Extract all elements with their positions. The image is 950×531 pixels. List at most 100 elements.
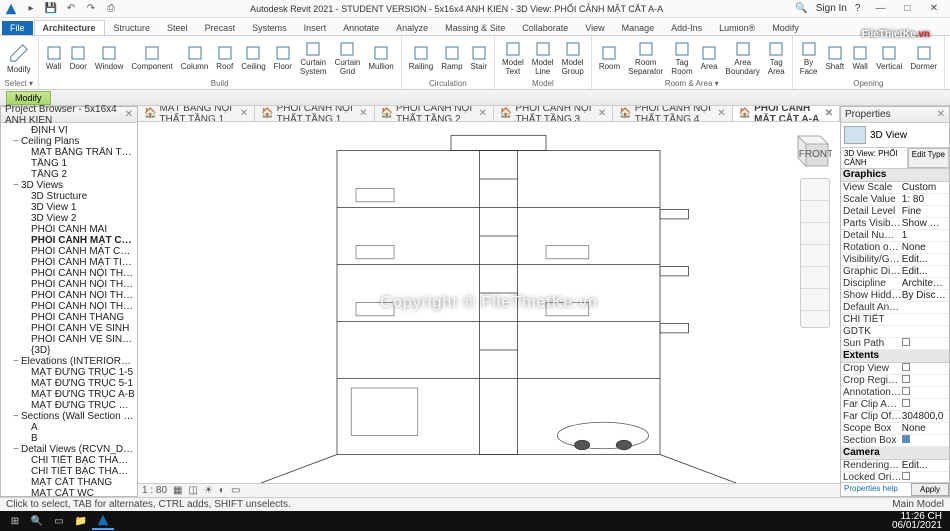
props-row[interactable]: Scope BoxNone xyxy=(841,423,949,435)
scale-display[interactable]: 1 : 80 xyxy=(142,485,167,496)
tree-item[interactable]: PHỐI CẢNH NỘI THẤT TẦNG 2 xyxy=(3,279,135,290)
view-tab[interactable]: 🏠PHỐI CẢNH NỘI THẤT TẦNG 1✕ xyxy=(255,106,374,122)
select-dropdown[interactable]: Select ▾ xyxy=(4,79,34,89)
explorer-icon[interactable]: 📁 xyxy=(70,512,92,530)
qat-redo-icon[interactable]: ↷ xyxy=(84,2,98,16)
apply-button[interactable]: Apply xyxy=(911,483,949,496)
close-icon[interactable]: ✕ xyxy=(825,108,833,119)
props-row[interactable]: Annotation Cr... xyxy=(841,387,949,399)
tree-item[interactable]: PHỐI CẢNH MÁI xyxy=(3,224,135,235)
detail-level-icon[interactable]: ▦ xyxy=(173,485,182,496)
tree-item[interactable]: MẶT ĐỨNG TRỤC A-B xyxy=(3,389,135,400)
ribbon-tag-area-button[interactable]: Tag Area xyxy=(765,40,788,77)
ribbon-area-boundary-button[interactable]: Area Boundary xyxy=(723,40,763,77)
ribbon-ceiling-button[interactable]: Ceiling xyxy=(238,44,268,72)
close-icon[interactable]: ✕ xyxy=(598,108,606,119)
view-tab[interactable]: 🏠PHỐI CẢNH NỘI THẤT TẦNG 2✕ xyxy=(375,106,494,122)
tree-item[interactable]: −3D Views xyxy=(3,180,135,191)
menu-tab-collaborate[interactable]: Collaborate xyxy=(514,21,576,35)
ribbon-dormer-button[interactable]: Dormer xyxy=(907,44,940,72)
tree-item[interactable]: MẶT CẮT THANG xyxy=(3,477,135,488)
menu-tab-architecture[interactable]: Architecture xyxy=(34,20,105,35)
ribbon-floor-button[interactable]: Floor xyxy=(271,44,295,72)
tree-item[interactable]: MẶT ĐỨNG TRỤC 5-1 xyxy=(3,378,135,389)
ribbon-model-group-button[interactable]: Model Group xyxy=(559,40,587,77)
menu-tab-add-ins[interactable]: Add-Ins xyxy=(663,21,710,35)
shadows-icon[interactable]: ◐ xyxy=(219,485,225,496)
tree-item[interactable]: PHỐI CẢNH NỘI THẤT TẦNG 1 xyxy=(3,268,135,279)
tree-item[interactable]: PHỐI CẢNH THANG xyxy=(3,312,135,323)
props-row[interactable]: Detail LevelFine xyxy=(841,206,949,218)
tree-item[interactable]: −Sections (Wall Section CẤP PHÉP) xyxy=(3,411,135,422)
project-browser-tree[interactable]: ĐỊNH VỊ−Ceiling PlansMẶT BẰNG TRẦN TẦNG … xyxy=(1,123,137,496)
props-section-header[interactable]: Graphics xyxy=(841,169,949,182)
crop-icon[interactable]: ▭ xyxy=(231,485,240,496)
tree-item[interactable]: ĐỊNH VỊ xyxy=(3,125,135,136)
tree-item[interactable]: PHỐI CẢNH NỘI THẤT TẦNG 4 xyxy=(3,301,135,312)
tree-item[interactable]: PHỐI CẢNH MẶT TIỀN xyxy=(3,257,135,268)
props-row[interactable]: Graphic Displ...Edit... xyxy=(841,266,949,278)
view-tab[interactable]: 🏠PHỐI CẢNH NỘI THẤT TẦNG 4✕ xyxy=(613,106,732,122)
ribbon-component-button[interactable]: Component xyxy=(128,44,175,72)
props-section-header[interactable]: Extents xyxy=(841,350,949,363)
minimize-button[interactable]: — xyxy=(868,3,892,14)
view-tab[interactable]: 🏠PHỐI CẢNH NỘI THẤT TẦNG 3✕ xyxy=(494,106,613,122)
revit-task-icon[interactable] xyxy=(92,512,114,530)
menu-tab-massing-site[interactable]: Massing & Site xyxy=(437,21,513,35)
ribbon-wall-button[interactable]: Wall xyxy=(849,44,871,72)
ribbon-roof-button[interactable]: Roof xyxy=(213,44,236,72)
tree-item[interactable]: PHỐI CẢNH MẶT CẮT A-A xyxy=(3,235,135,246)
ribbon-vertical-button[interactable]: Vertical xyxy=(873,44,905,72)
ribbon-curtain-grid-button[interactable]: Curtain Grid xyxy=(332,40,364,77)
tree-item[interactable]: {3D} xyxy=(3,345,135,356)
tree-item[interactable]: PHỐI CẢNH MẶT CẮT B-B xyxy=(3,246,135,257)
menu-tab-lumion-[interactable]: Lumion® xyxy=(711,21,763,35)
menu-tab-steel[interactable]: Steel xyxy=(159,21,196,35)
menu-tab-analyze[interactable]: Analyze xyxy=(388,21,436,35)
close-icon[interactable]: ✕ xyxy=(479,108,487,119)
navigation-bar[interactable] xyxy=(800,178,830,328)
view-tab[interactable]: 🏠MẶT BẰNG NỘI THẤT TẦNG 1✕ xyxy=(138,106,255,122)
tree-item[interactable]: −Ceiling Plans xyxy=(3,136,135,147)
ribbon-model-line-button[interactable]: Model Line xyxy=(529,40,557,77)
ribbon-room-button[interactable]: Room xyxy=(596,44,623,72)
props-row[interactable]: Crop Region ... xyxy=(841,375,949,387)
props-row[interactable]: DisciplineArchitectural xyxy=(841,278,949,290)
ribbon-ramp-button[interactable]: Ramp xyxy=(438,44,465,72)
menu-tab-structure[interactable]: Structure xyxy=(106,21,159,35)
search-icon[interactable]: 🔍 xyxy=(795,3,807,14)
tree-item[interactable]: MẶT ĐỨNG TRỤC 1-5 xyxy=(3,367,135,378)
close-button[interactable]: ✕ xyxy=(922,3,946,14)
props-row[interactable]: Locked Orient... xyxy=(841,472,949,482)
visual-style-icon[interactable]: ◫ xyxy=(188,485,197,496)
view-control-bar[interactable]: 1 : 80 ▦ ◫ ☀ ◐ ▭ xyxy=(138,483,840,497)
props-section-header[interactable]: Camera xyxy=(841,447,949,460)
ribbon-railing-button[interactable]: Railing xyxy=(406,44,436,72)
props-row[interactable]: Crop View xyxy=(841,363,949,375)
tree-item[interactable]: TẦNG 2 xyxy=(3,169,135,180)
qat-save-icon[interactable]: 💾 xyxy=(44,2,58,16)
tree-item[interactable]: 3D View 2 xyxy=(3,213,135,224)
tree-item[interactable]: PHỐI CẢNH VỆ SINH xyxy=(3,323,135,334)
ribbon-wall-button[interactable]: Wall xyxy=(43,44,65,72)
ribbon-window-button[interactable]: Window xyxy=(92,44,126,72)
tree-item[interactable]: MẶT ĐỨNG TRỤC B-A xyxy=(3,400,135,411)
props-row[interactable]: Far Clip Offset304800,0 xyxy=(841,411,949,423)
close-icon[interactable]: ✕ xyxy=(717,108,725,119)
tree-item[interactable]: −Detail Views (RCVN_Detail Cùng Bản Vẽ) xyxy=(3,444,135,455)
ribbon-door-button[interactable]: Door xyxy=(67,44,90,72)
qat-open-icon[interactable]: ▸ xyxy=(24,2,38,16)
ribbon-tag-room-button[interactable]: Tag Room xyxy=(668,40,695,77)
props-row[interactable]: Show Hidden ...By Discipline xyxy=(841,290,949,302)
qat-print-icon[interactable]: ⎙ xyxy=(104,2,118,16)
tree-item[interactable]: CHI TIẾT BẬC THANG TẦNG 1-2 xyxy=(3,455,135,466)
tree-item[interactable]: PHỐI CẢNH NỘI THẤT TẦNG 3 xyxy=(3,290,135,301)
menu-tab-manage[interactable]: Manage xyxy=(614,21,663,35)
close-icon[interactable]: ✕ xyxy=(240,108,248,119)
ribbon-room-separator-button[interactable]: Room Separator xyxy=(625,40,666,77)
modify-button[interactable]: Modify xyxy=(4,41,34,75)
tree-item[interactable]: 3D View 1 xyxy=(3,202,135,213)
view-tab[interactable]: 🏠PHỐI CẢNH MẶT CẮT A-A✕ xyxy=(733,106,840,122)
viewcube[interactable]: FRONT xyxy=(786,128,832,174)
properties-close-icon[interactable]: ✕ xyxy=(937,109,945,120)
